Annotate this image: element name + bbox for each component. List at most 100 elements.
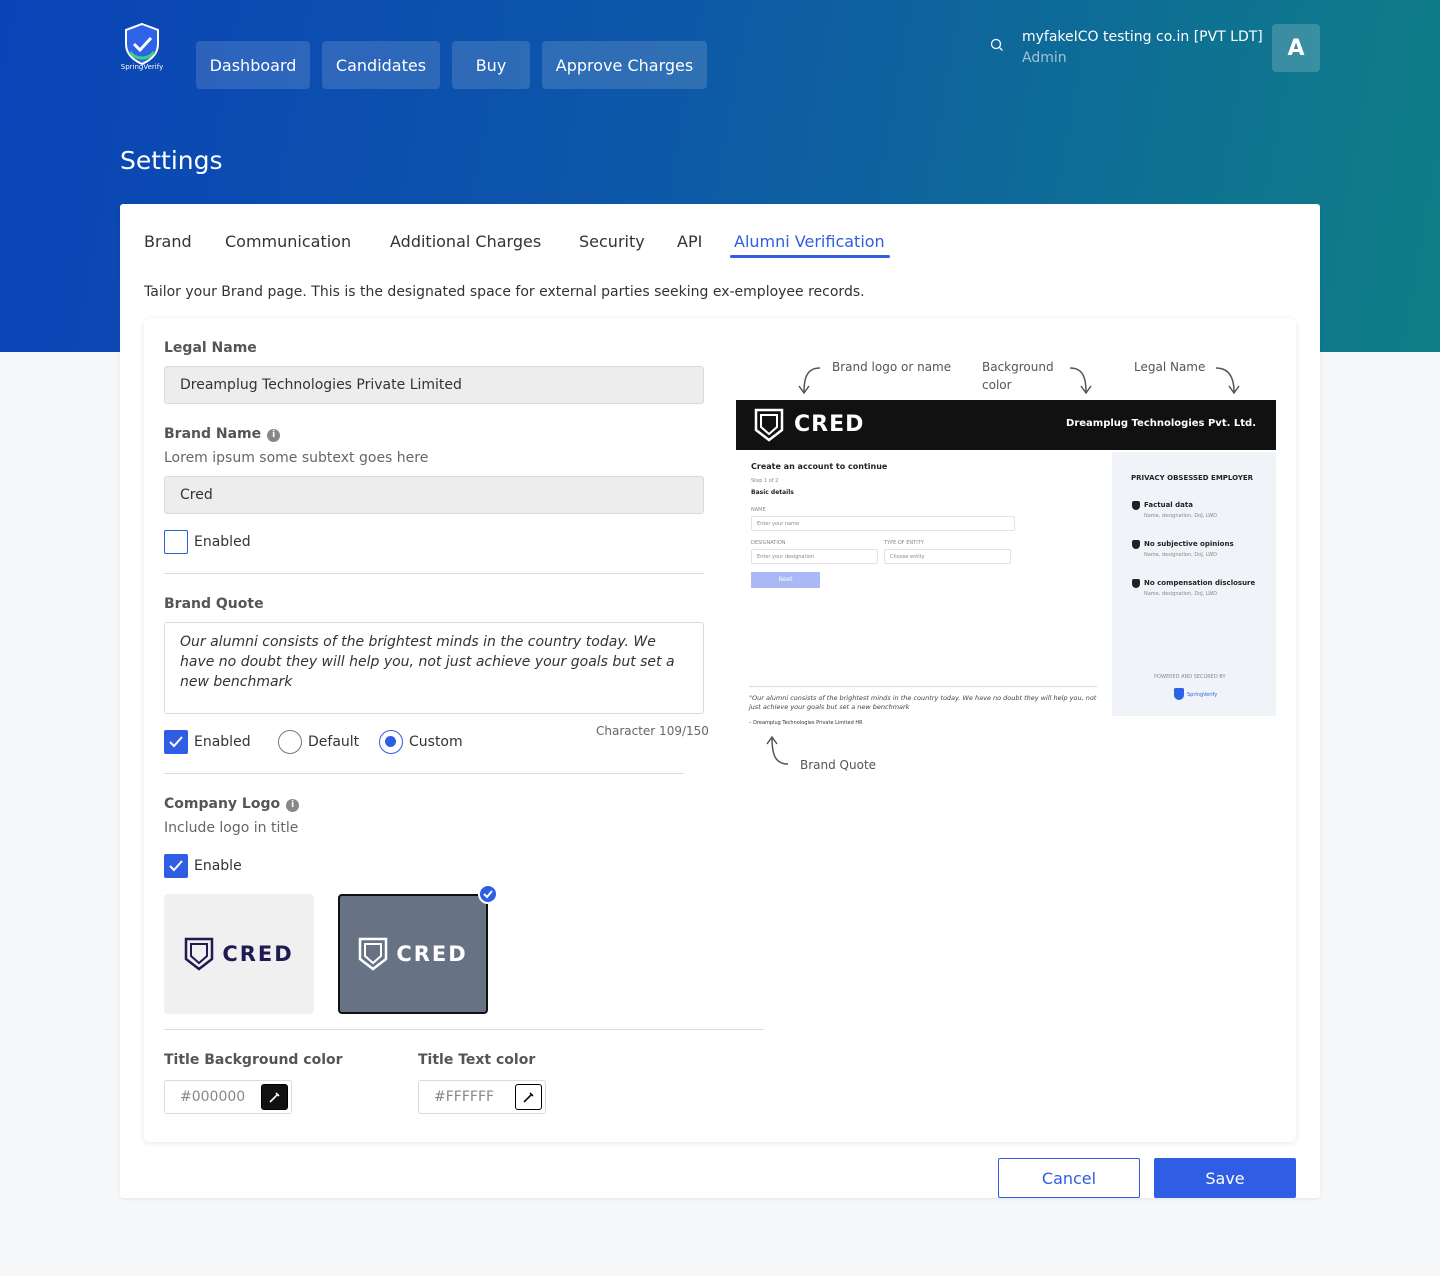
arrow-icon xyxy=(1069,367,1092,395)
tab-alumni-verification[interactable]: Alumni Verification xyxy=(734,232,885,251)
preview-next-button: Next xyxy=(751,572,820,588)
preview-powered-logo: SpringVerify xyxy=(1187,692,1218,698)
info-icon: i xyxy=(286,799,300,812)
quote-default-label: Default xyxy=(308,734,360,750)
legal-name-label: Legal Name xyxy=(164,340,257,356)
arrow-icon xyxy=(798,367,821,395)
tab-brand[interactable]: Brand xyxy=(144,232,192,251)
nav-approve-charges[interactable]: Approve Charges xyxy=(542,41,707,89)
divider xyxy=(749,686,1097,687)
quote-default-radio[interactable] xyxy=(278,730,302,754)
nav-buy[interactable]: Buy xyxy=(452,41,530,89)
preview-name-label: NAME xyxy=(751,507,766,513)
preview-entity-label: TYPE OF ENTITY xyxy=(884,540,924,546)
cred-wordmark: CRED xyxy=(396,942,468,966)
user-role: Admin xyxy=(1022,50,1067,66)
preview-step-title: Basic details xyxy=(751,489,794,496)
annotation-legal-name: Legal Name xyxy=(1134,360,1206,374)
brand-name-enabled-checkbox[interactable] xyxy=(164,530,188,554)
annotation-brand-quote: Brand Quote xyxy=(800,758,877,772)
annotation-bg-line-2: color xyxy=(982,378,1012,392)
legal-name-field[interactable]: Dreamplug Technologies Private Limited xyxy=(164,366,704,404)
preview-quote-author: – Dreamplug Technologies Private Limited… xyxy=(749,720,863,726)
cancel-button[interactable]: Cancel xyxy=(998,1158,1140,1198)
quote-custom-label: Custom xyxy=(409,734,463,750)
page-title: Settings xyxy=(120,146,223,175)
logo-option-dark[interactable]: CRED xyxy=(338,894,488,1014)
cred-shield-icon xyxy=(359,937,388,971)
preview-title-bar: CRED Dreamplug Technologies Pvt. Ltd. xyxy=(736,400,1276,450)
save-button[interactable]: Save xyxy=(1154,1158,1296,1198)
preview-legal-name: Dreamplug Technologies Pvt. Ltd. xyxy=(1066,418,1256,429)
quote-custom-radio[interactable] xyxy=(379,730,403,754)
check-icon xyxy=(169,736,183,748)
alumni-settings-panel: Legal Name Dreamplug Technologies Privat… xyxy=(144,318,1296,1142)
preview-side-item-sub: Name, designation, DoJ, LWD xyxy=(1144,513,1218,519)
preview-entity-placeholder: Choose entity xyxy=(890,554,925,560)
preview-side-panel: PRIVACY OBSESSED EMPLOYER Factual data N… xyxy=(1112,452,1276,716)
brand-name-enabled-label: Enabled xyxy=(194,534,251,550)
search-icon[interactable] xyxy=(990,38,1004,52)
logo-option-light[interactable]: CRED xyxy=(164,894,314,1014)
preview-step: Step 1 of 2 xyxy=(751,478,779,484)
tab-security[interactable]: Security xyxy=(579,232,645,251)
nav-candidates[interactable]: Candidates xyxy=(322,41,440,89)
brand-name-subtext: Lorem ipsum some subtext goes here xyxy=(164,450,429,466)
preview-quote: "Our alumni consists of the brightest mi… xyxy=(749,694,1097,711)
company-logo-label-group: Company Logo i xyxy=(164,796,300,812)
check-icon xyxy=(169,860,183,872)
brand-name-label: Brand Name xyxy=(164,426,262,442)
preview-side-item-title: No subjective opinions xyxy=(1144,540,1234,548)
logo-enable-label: Enable xyxy=(194,858,242,874)
character-count: Character 109/150 xyxy=(596,724,709,738)
title-text-color-field[interactable]: #FFFFFF xyxy=(418,1080,546,1114)
tab-communication[interactable]: Communication xyxy=(225,232,351,251)
preview-side-item-sub: Name, designation, DoJ, LWD xyxy=(1144,552,1218,558)
preview-name-input: Enter your name xyxy=(751,516,1015,531)
shield-icon xyxy=(1132,579,1140,588)
divider xyxy=(164,773,684,774)
preview-entity-input: Choose entity xyxy=(884,549,1011,564)
intro-text: Tailor your Brand page. This is the desi… xyxy=(144,284,865,300)
title-bg-color-value: #000000 xyxy=(180,1089,246,1105)
company-logo-label: Company Logo xyxy=(164,796,281,812)
company-logo-subtext: Include logo in title xyxy=(164,820,299,836)
org-name: myfakeICO testing co.in [PVT LDT] xyxy=(1022,29,1263,45)
brand-quote-enabled-label: Enabled xyxy=(194,734,251,750)
preview-designation-label: DESIGNATION xyxy=(751,540,786,546)
preview-designation-input: Enter your designation xyxy=(751,549,878,564)
info-icon: i xyxy=(267,429,281,442)
title-bg-color-field[interactable]: #000000 xyxy=(164,1080,292,1114)
brand-quote-label: Brand Quote xyxy=(164,596,264,612)
springverify-logo-icon xyxy=(1174,688,1184,700)
shield-icon xyxy=(1132,501,1140,510)
brand-name-label-group: Brand Name i xyxy=(164,426,281,442)
cred-shield-icon xyxy=(185,937,214,971)
cred-wordmark: CRED xyxy=(222,942,294,966)
arrow-icon xyxy=(1215,367,1240,395)
tab-additional-charges[interactable]: Additional Charges xyxy=(390,232,541,251)
preview-side-title: PRIVACY OBSESSED EMPLOYER xyxy=(1131,474,1254,482)
cred-shield-icon xyxy=(754,408,784,442)
preview-name-placeholder: Enter your name xyxy=(757,521,800,527)
shield-icon xyxy=(1132,540,1140,549)
nav-dashboard[interactable]: Dashboard xyxy=(196,41,310,89)
title-text-color-label: Title Text color xyxy=(418,1052,536,1068)
brand-quote-textarea[interactable]: Our alumni consists of the brightest min… xyxy=(164,622,704,714)
brand-quote-enabled-checkbox[interactable] xyxy=(164,730,188,754)
preview-designation-placeholder: Enter your designation xyxy=(757,554,815,560)
avatar[interactable]: A xyxy=(1272,24,1320,72)
annotation-brand-logo: Brand logo or name xyxy=(832,360,952,374)
divider xyxy=(164,1029,764,1030)
logo-enable-checkbox[interactable] xyxy=(164,854,188,878)
preview-wordmark: CRED xyxy=(794,412,865,437)
title-text-color-value: #FFFFFF xyxy=(434,1089,495,1105)
brand-name-field[interactable]: Cred xyxy=(164,476,704,514)
settings-card: Brand Communication Additional Charges S… xyxy=(120,204,1320,1198)
tab-api[interactable]: API xyxy=(677,232,702,251)
color-picker-icon[interactable] xyxy=(261,1084,288,1110)
preview-side-item-title: Factual data xyxy=(1144,501,1193,509)
title-bg-color-label: Title Background color xyxy=(164,1052,343,1068)
color-picker-icon[interactable] xyxy=(515,1084,542,1110)
preview-side-item-title: No compensation disclosure xyxy=(1144,579,1256,587)
